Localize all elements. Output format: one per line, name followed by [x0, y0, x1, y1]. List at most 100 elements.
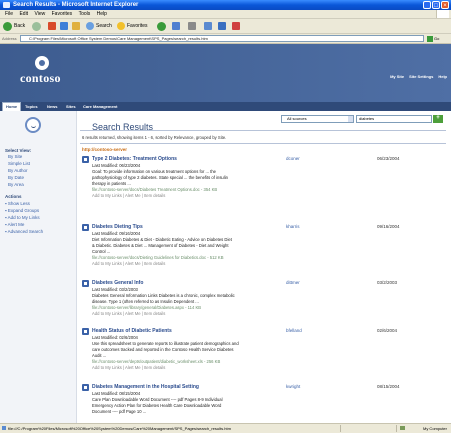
result-actions[interactable]: Add to My Links | Alert Me | Item detail…: [92, 193, 165, 198]
action-expand-groups[interactable]: ▪ Expand Groups: [5, 208, 39, 213]
discuss-button[interactable]: [218, 21, 226, 31]
result-date: 06/23/2004: [377, 156, 400, 161]
favorites-button[interactable]: Favorites: [117, 21, 148, 31]
tab-news[interactable]: News: [47, 102, 57, 111]
result-author[interactable]: dconer: [286, 156, 300, 161]
go-button[interactable]: Go: [427, 35, 449, 42]
menu-edit[interactable]: Edit: [19, 10, 28, 18]
search-go-button[interactable]: +: [433, 115, 443, 123]
result-author[interactable]: dittmer: [286, 280, 300, 285]
page-content: contoso My Site Site Settings Help Home …: [0, 44, 451, 423]
action-advanced-search[interactable]: ▪ Advanced Search: [5, 229, 43, 234]
refresh-button[interactable]: [60, 21, 68, 31]
search-scope-select[interactable]: All sources: [281, 115, 354, 123]
title-divider: [80, 130, 446, 131]
result-description: Audit ...: [92, 353, 107, 358]
result-modified: Last Modified: 03/2/2003: [92, 287, 138, 292]
close-button[interactable]: ×: [441, 1, 449, 9]
maximize-button[interactable]: □: [432, 1, 440, 9]
result-title[interactable]: Diabetes Management in the Hospital Sett…: [92, 384, 199, 390]
site-logo[interactable]: contoso: [20, 71, 61, 86]
view-by-date[interactable]: By Date: [8, 175, 24, 180]
site-banner: contoso My Site Site Settings Help: [0, 44, 451, 102]
result-description: Emergency Action Plan for Diabetes Healt…: [92, 403, 222, 408]
result-actions[interactable]: Add to My Links | Alert Me | Item detail…: [92, 261, 165, 266]
menu-file[interactable]: File: [5, 10, 13, 18]
stop-button[interactable]: [48, 21, 56, 31]
tab-topics[interactable]: Topics: [25, 102, 38, 111]
print-button[interactable]: [188, 21, 196, 31]
document-icon: [82, 384, 89, 391]
tab-home[interactable]: Home: [2, 102, 22, 111]
search-button[interactable]: Search: [86, 21, 112, 31]
result-actions[interactable]: Add to My Links | Alert Me | Item detail…: [92, 365, 165, 370]
search-icon: [86, 22, 94, 30]
document-icon: [82, 280, 89, 287]
action-show-less[interactable]: ▪ Show Less: [5, 201, 30, 206]
mail-icon: [172, 22, 180, 30]
action-alert-me[interactable]: ▪ Alert Me: [5, 222, 24, 227]
help-link[interactable]: Help: [438, 74, 447, 79]
tab-sites[interactable]: Sites: [66, 102, 76, 111]
result-description: Diet Information Diabetes & Diet - Diabe…: [92, 237, 232, 242]
result-description: Care Plan Downloadable Word Document ---…: [92, 397, 223, 402]
address-input[interactable]: C:\Program Files\Microsoft Office System…: [20, 35, 424, 42]
window-title: Search Results - Microsoft Internet Expl…: [13, 2, 139, 8]
results-summary: 6 results returned, showing items 1 - 6,…: [82, 135, 227, 140]
result-url[interactable]: file://contoso-server/docs/Diabetes Trea…: [92, 187, 217, 192]
result-title[interactable]: Diabetes General Info: [92, 280, 143, 286]
select-view-heading: Select View:: [5, 148, 32, 153]
menu-bar: File Edit View Favorites Tools Help: [0, 10, 451, 19]
research-button[interactable]: [232, 21, 240, 31]
result-url[interactable]: file://contoso-server/docs/Dieting Guide…: [92, 255, 224, 260]
result-description: Control ...: [92, 249, 111, 254]
result-title[interactable]: Diabetes Dieting Tips: [92, 224, 143, 230]
view-by-author[interactable]: By Author: [8, 168, 28, 173]
status-separator: [340, 425, 341, 432]
tab-care-management[interactable]: Care Management: [83, 102, 117, 111]
result-description: therapy in patients ...: [92, 181, 131, 186]
view-simple-list[interactable]: Simple List: [8, 161, 30, 166]
nav-tabs: Home Topics News Sites Care Management: [0, 102, 451, 111]
result-description: pathophysiology of type 2 diabetes. Stat…: [92, 175, 228, 180]
result-date: 03/2/2003: [377, 280, 398, 285]
result-title[interactable]: Health Status of Diabetic Patients: [92, 328, 172, 334]
edit-button[interactable]: [204, 21, 212, 31]
browser-window: Search Results - Microsoft Internet Expl…: [0, 0, 451, 433]
back-button[interactable]: Back: [3, 21, 25, 31]
edit-icon: [204, 22, 212, 30]
group-label[interactable]: http://contoso-server: [82, 147, 127, 152]
home-button[interactable]: [72, 21, 80, 31]
result-date: 08/15/2004: [377, 384, 400, 389]
forward-button[interactable]: [32, 21, 41, 31]
my-site-link[interactable]: My Site: [390, 74, 404, 79]
title-bar: Search Results - Microsoft Internet Expl…: [0, 0, 451, 10]
sidebar: Select View: By Site Simple List By Auth…: [0, 111, 77, 423]
result-author[interactable]: kharris: [286, 224, 300, 229]
menu-favorites[interactable]: Favorites: [52, 10, 73, 18]
result-actions[interactable]: Add to My Links | Alert Me | Item detail…: [92, 311, 165, 316]
result-url[interactable]: file://contoso-server/library/general/Di…: [92, 305, 201, 310]
action-add-to-my-links[interactable]: ▪ Add to My Links: [5, 215, 40, 220]
toolbar: Back Search Favorites: [0, 19, 451, 34]
menu-view[interactable]: View: [34, 10, 45, 18]
research-icon: [232, 22, 240, 30]
result-description: care outcomes tracked and reported in th…: [92, 347, 234, 352]
result-author[interactable]: bfelland: [286, 328, 302, 333]
site-settings-link[interactable]: Site Settings: [409, 74, 433, 79]
result-title[interactable]: Type 2 Diabetes: Treatment Options: [92, 156, 177, 162]
result-url[interactable]: file://contoso-server/depts/outpatient/d…: [92, 359, 220, 364]
mail-button[interactable]: [172, 21, 180, 31]
result-author[interactable]: kwright: [286, 384, 300, 389]
menu-help[interactable]: Help: [97, 10, 107, 18]
star-icon: [117, 22, 125, 30]
search-input[interactable]: diabetes: [356, 115, 432, 123]
history-button[interactable]: [157, 21, 166, 31]
history-icon: [157, 21, 166, 31]
view-by-area[interactable]: By Area: [8, 182, 24, 187]
view-by-site[interactable]: By Site: [8, 154, 22, 159]
go-arrow-icon: [427, 35, 433, 42]
minimize-button[interactable]: _: [423, 1, 431, 9]
result-date: 02/6/2004: [377, 328, 398, 333]
menu-tools[interactable]: Tools: [79, 10, 91, 18]
